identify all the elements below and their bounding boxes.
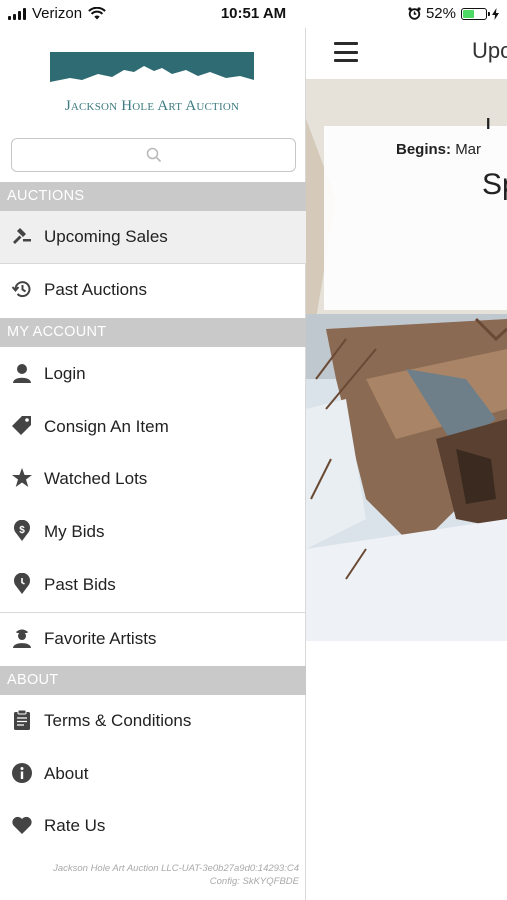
tag-icon (11, 415, 33, 437)
user-icon (11, 362, 33, 384)
gavel-icon (11, 225, 33, 247)
search-icon (146, 147, 162, 163)
menu-item-rate-us[interactable]: Rate Us (0, 800, 306, 852)
hamburger-menu-icon[interactable] (334, 42, 358, 62)
nav-title: Upco (472, 38, 507, 63)
section-header-auctions: AUCTIONS (0, 182, 306, 211)
info-icon (11, 762, 33, 784)
menu-item-consign[interactable]: Consign An Item (0, 401, 306, 453)
menu-label-consign: Consign An Item (44, 417, 169, 436)
section-header-my-account: MY ACCOUNT (0, 318, 306, 347)
begins-label: Begins: (396, 141, 452, 158)
battery-icon (461, 7, 490, 20)
menu-label-my-bids: My Bids (44, 522, 105, 541)
menu-label-login: Login (44, 364, 86, 383)
battery-fill (463, 9, 475, 18)
mountain-logo-icon (50, 52, 254, 92)
config-info-line: Config: SkKYQFBDE (209, 876, 299, 887)
menu-item-terms[interactable]: Terms & Conditions (0, 695, 306, 747)
menu-label-terms: Terms & Conditions (44, 711, 192, 730)
menu-item-login[interactable]: Login (0, 348, 306, 400)
menu-label-past-auctions: Past Auctions (44, 280, 148, 299)
menu-label-upcoming-sales: Upcoming Sales (44, 227, 168, 246)
menu-label-watched-lots: Watched Lots (44, 469, 148, 488)
svg-text:$: $ (19, 525, 25, 536)
menu-item-favorite-artists[interactable]: Favorite Artists (0, 613, 306, 665)
menu-label-rate-us: Rate Us (44, 816, 106, 835)
menu-item-about[interactable]: About (0, 748, 306, 800)
menu-item-upcoming-sales[interactable]: Upcoming Sales (0, 211, 306, 263)
menu-label-about: About (44, 764, 89, 783)
begins-value: Mar (455, 141, 482, 158)
menu-item-past-auctions[interactable]: Past Auctions (0, 264, 306, 316)
build-info-footer: Jackson Hole Art Auction LLC-UAT-3e0b27a… (53, 862, 299, 888)
sale-begins: Begins: Mar (396, 141, 481, 158)
menu-label-past-bids: Past Bids (44, 575, 116, 594)
dollar-pin-icon: $ (11, 520, 33, 542)
menu-item-past-bids[interactable]: Past Bids (0, 559, 306, 611)
menu-item-watched-lots[interactable]: Watched Lots (0, 453, 306, 505)
build-info-line: Jackson Hole Art Auction LLC-UAT-3e0b27a… (53, 863, 299, 874)
alarm-icon (408, 7, 421, 20)
clipboard-icon (11, 709, 33, 731)
side-drawer: Jackson Hole Art Auction AUCTIONS Upcomi… (0, 28, 306, 900)
sale-title: Sp (482, 168, 507, 201)
logo: Jackson Hole Art Auction (50, 52, 254, 120)
heart-icon (11, 814, 33, 836)
search-field[interactable] (11, 138, 296, 172)
charging-icon (492, 7, 499, 20)
artist-icon (11, 627, 33, 649)
sale-subtitle: I (486, 116, 491, 133)
clock-pin-icon (11, 573, 33, 595)
menu-label-favorite-artists: Favorite Artists (44, 629, 157, 648)
battery-percent: 52% (425, 5, 456, 22)
history-icon (11, 278, 33, 300)
status-right: 52% (408, 5, 499, 22)
main-content: Upco Sp I Begins: Mar (306, 28, 507, 900)
menu-item-my-bids[interactable]: $ My Bids (0, 506, 306, 558)
logo-text: Jackson Hole Art Auction (64, 98, 240, 114)
status-bar: Verizon 10:51 AM 52% (0, 0, 507, 28)
section-header-about: ABOUT (0, 666, 306, 695)
star-icon (11, 467, 33, 489)
